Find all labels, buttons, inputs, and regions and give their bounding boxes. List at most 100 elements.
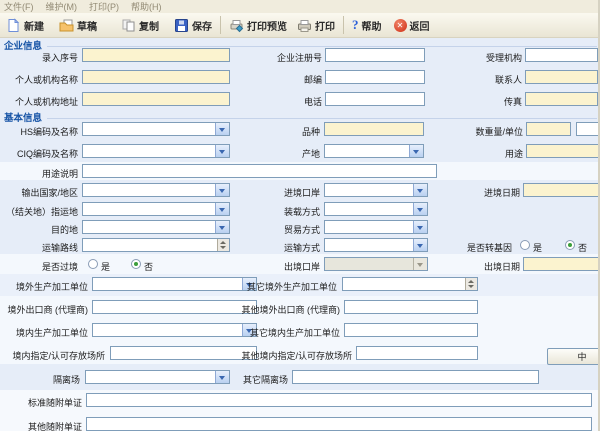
entry-date-input[interactable]: [523, 183, 600, 197]
menu-print[interactable]: 打印(P): [89, 0, 119, 13]
mid-button[interactable]: 中: [547, 348, 600, 365]
other-domestic-unit-label: 其它境内生产加工单位: [250, 326, 340, 339]
entry-port-label: 进境口岸: [284, 186, 320, 199]
route-label: 运输路线: [42, 241, 78, 254]
toolbar-separator: [343, 16, 344, 34]
menu-help[interactable]: 帮助(H): [131, 0, 162, 13]
chevron-down-icon[interactable]: [413, 221, 427, 233]
trade-mode-label: 贸易方式: [284, 223, 320, 236]
entry-no-input[interactable]: [82, 48, 230, 62]
variety-label: 品种: [302, 125, 320, 138]
std-docs-label: 标准随附单证: [28, 396, 82, 409]
gmo-radio-no[interactable]: [565, 240, 575, 250]
export-country-label: 输出国家/地区: [21, 186, 78, 199]
std-docs-input[interactable]: [86, 393, 592, 407]
exit-port-select: [324, 257, 428, 271]
exit-date-label: 出境日期: [484, 260, 520, 273]
isolation-select[interactable]: [85, 370, 230, 384]
trade-mode-select[interactable]: [324, 220, 428, 234]
draft-button[interactable]: 草稿: [56, 15, 100, 36]
trans-mode-select[interactable]: [324, 238, 428, 252]
ciq-code-select[interactable]: [82, 144, 230, 158]
storage-place-input[interactable]: [110, 346, 257, 360]
draft-folder-icon: [59, 18, 74, 33]
chevron-down-icon[interactable]: [413, 184, 427, 196]
overseas-unit-label: 境外生产加工单位: [16, 280, 88, 293]
entry-port-select[interactable]: [324, 183, 428, 197]
origin-select[interactable]: [324, 144, 424, 158]
gmo-radio-yes[interactable]: [520, 240, 530, 250]
other-overseas-unit-input[interactable]: [342, 277, 478, 291]
transit-radio-no[interactable]: [131, 259, 141, 269]
chevron-down-icon[interactable]: [215, 123, 229, 135]
chevron-down-icon[interactable]: [409, 145, 423, 157]
help-button[interactable]: ? 帮助: [349, 15, 385, 36]
overseas-unit-select[interactable]: [92, 277, 257, 291]
other-overseas-exporter-input[interactable]: [344, 300, 478, 314]
phone-input[interactable]: [325, 92, 425, 106]
chevron-down-icon[interactable]: [215, 145, 229, 157]
new-button[interactable]: 新建: [3, 15, 47, 36]
print-button[interactable]: 打印: [294, 15, 338, 36]
person-addr-label: 个人或机构地址: [15, 95, 78, 108]
quantity-input[interactable]: [526, 122, 571, 136]
other-storage-place-input[interactable]: [356, 346, 478, 360]
phone-label: 电话: [304, 95, 322, 108]
chevron-down-icon[interactable]: [413, 203, 427, 215]
zip-input[interactable]: [325, 70, 425, 84]
use-label: 用途: [505, 147, 523, 160]
contact-input[interactable]: [525, 70, 598, 84]
spinner-icon[interactable]: [217, 239, 229, 251]
hs-code-select[interactable]: [82, 122, 230, 136]
load-mode-select[interactable]: [324, 202, 428, 216]
unit-input[interactable]: [576, 122, 600, 136]
menu-file[interactable]: 文件(F): [4, 0, 34, 13]
other-isolation-input[interactable]: [292, 370, 539, 384]
fax-input[interactable]: [525, 92, 598, 106]
menu-maintain[interactable]: 维护(M): [46, 0, 78, 13]
agency-input[interactable]: [525, 48, 598, 62]
chevron-down-icon[interactable]: [215, 184, 229, 196]
zip-label: 邮编: [304, 73, 322, 86]
person-name-input[interactable]: [82, 70, 230, 84]
other-domestic-unit-input[interactable]: [344, 323, 478, 337]
entry-no-label: 录入序号: [42, 51, 78, 64]
overseas-exporter-input[interactable]: [92, 300, 257, 314]
trans-mode-label: 运输方式: [284, 241, 320, 254]
export-country-select[interactable]: [82, 183, 230, 197]
chevron-down-icon[interactable]: [413, 239, 427, 251]
chevron-down-icon[interactable]: [215, 371, 229, 383]
route-input[interactable]: [82, 238, 230, 252]
other-overseas-unit-label: 其它境外生产加工单位: [247, 280, 337, 293]
gmo-label: 是否转基因: [467, 241, 512, 254]
load-mode-label: 装载方式: [284, 205, 320, 218]
fax-label: 传真: [504, 95, 522, 108]
dest-via-select[interactable]: [82, 202, 230, 216]
transit-radio-yes[interactable]: [88, 259, 98, 269]
chevron-down-icon[interactable]: [215, 221, 229, 233]
dest-select[interactable]: [82, 220, 230, 234]
domestic-unit-select[interactable]: [92, 323, 257, 337]
print-preview-button[interactable]: 打印预览: [226, 15, 290, 36]
transit-radio-no-label: 否: [144, 260, 153, 273]
copy-icon: [121, 18, 136, 33]
other-docs-input[interactable]: [86, 417, 592, 431]
spinner-icon[interactable]: [465, 278, 477, 290]
transit-label: 是否过境: [42, 260, 78, 273]
other-overseas-exporter-label: 其他境外出口商 (代理商): [242, 303, 341, 316]
section-rule: [47, 46, 597, 47]
entry-date-label: 进境日期: [484, 186, 520, 199]
overseas-exporter-label: 境外出口商 (代理商): [8, 303, 89, 316]
copy-button[interactable]: 复制: [118, 15, 162, 36]
save-button[interactable]: 保存: [171, 15, 215, 36]
chevron-down-icon[interactable]: [215, 203, 229, 215]
reg-no-input[interactable]: [325, 48, 425, 62]
toolbar-separator: [220, 16, 221, 34]
back-button[interactable]: ✕ 返回: [391, 15, 433, 36]
person-addr-input[interactable]: [82, 92, 230, 106]
variety-input[interactable]: [324, 122, 424, 136]
use-desc-input[interactable]: [82, 164, 437, 178]
isolation-label: 隔离场: [53, 373, 80, 386]
use-input[interactable]: [526, 144, 600, 158]
exit-date-input[interactable]: [523, 257, 600, 271]
